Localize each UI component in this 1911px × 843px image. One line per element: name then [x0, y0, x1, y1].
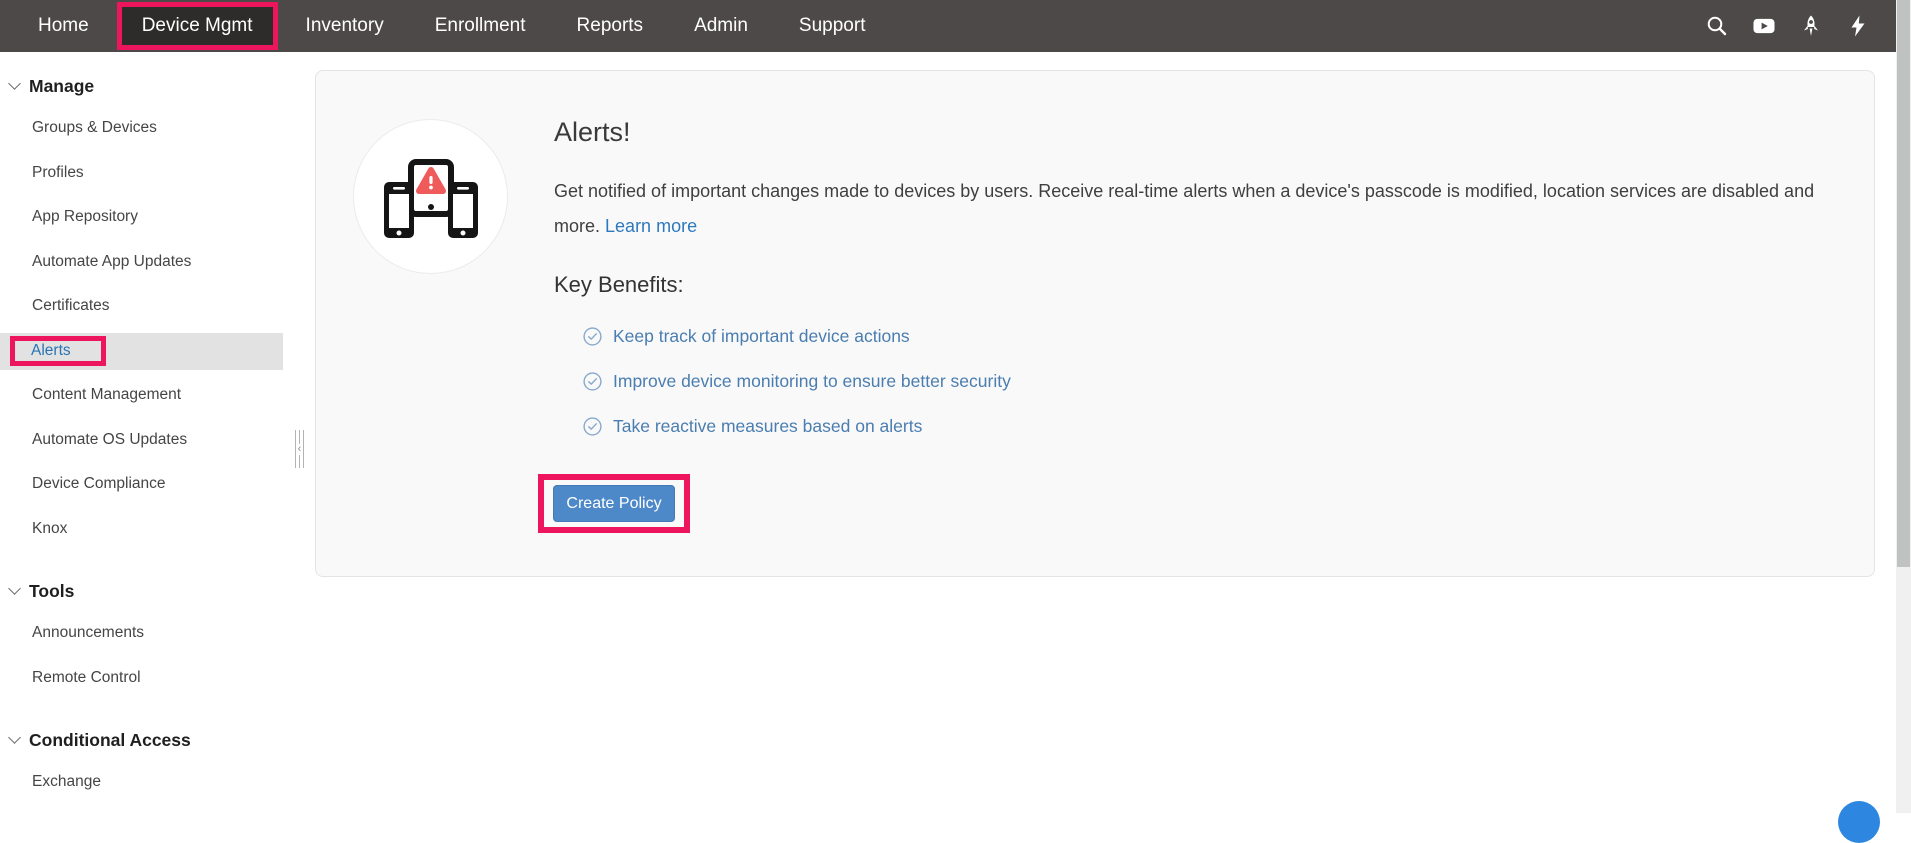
check-circle-icon: [583, 327, 602, 346]
sidebar-item-certificates[interactable]: Certificates: [0, 284, 294, 329]
rocket-icon[interactable]: [1800, 15, 1822, 37]
section-label: Manage: [29, 76, 94, 97]
benefit-item: Keep track of important device actions: [583, 314, 1859, 359]
chevron-down-icon: [8, 582, 21, 595]
page-title: Alerts!: [554, 117, 1859, 148]
alerts-description: Get notified of important changes made t…: [554, 174, 1849, 244]
sidebar-section-conditional-access: Conditional Access Exchange: [0, 720, 294, 805]
check-circle-icon: [583, 372, 602, 391]
chevron-down-icon: [8, 731, 21, 744]
benefit-item: Take reactive measures based on alerts: [583, 404, 1859, 449]
alerts-devices-icon: [353, 119, 508, 274]
description-text: Get notified of important changes made t…: [554, 181, 1814, 236]
highlight-box-create-policy: Create Policy: [538, 474, 690, 533]
nav-menu: Home Device Mgmt Inventory Enrollment Re…: [0, 0, 865, 52]
benefit-item: Improve device monitoring to ensure bett…: [583, 359, 1859, 404]
alerts-card-body: Alerts! Get notified of important change…: [554, 71, 1859, 533]
sidebar-item-exchange[interactable]: Exchange: [0, 760, 294, 805]
video-tutorials-icon[interactable]: [1753, 15, 1775, 37]
nav-item-admin[interactable]: Admin: [694, 15, 748, 37]
learn-more-link[interactable]: Learn more: [605, 216, 697, 236]
sidebar-item-alerts[interactable]: Alerts: [0, 333, 283, 370]
sidebar: Manage Groups & Devices Profiles App Rep…: [0, 52, 294, 813]
sidebar-item-remote-control[interactable]: Remote Control: [0, 656, 294, 701]
sidebar-item-knox[interactable]: Knox: [0, 507, 294, 552]
sidebar-item-announcements[interactable]: Announcements: [0, 611, 294, 656]
section-label: Tools: [29, 581, 74, 602]
sidebar-collapse-handle[interactable]: ‹: [295, 430, 304, 468]
benefit-label: Take reactive measures based on alerts: [613, 416, 922, 437]
highlight-box-device-mgmt: Device Mgmt: [117, 2, 278, 50]
sidebar-section-header-tools[interactable]: Tools: [0, 571, 294, 611]
alerts-intro-card: Alerts! Get notified of important change…: [315, 70, 1875, 577]
nav-item-home[interactable]: Home: [38, 15, 89, 37]
sidebar-section-manage: Manage Groups & Devices Profiles App Rep…: [0, 66, 294, 551]
navbar-icon-group: [1706, 0, 1869, 52]
sidebar-item-automate-os-updates[interactable]: Automate OS Updates: [0, 418, 294, 463]
nav-item-device-mgmt[interactable]: Device Mgmt: [122, 7, 273, 45]
sidebar-item-app-repository[interactable]: App Repository: [0, 195, 294, 240]
check-circle-icon: [583, 417, 602, 436]
sidebar-section-header-manage[interactable]: Manage: [0, 66, 294, 106]
search-icon[interactable]: [1706, 15, 1728, 37]
section-label: Conditional Access: [29, 730, 191, 751]
highlight-box-alerts: Alerts: [10, 336, 106, 366]
sidebar-item-automate-app-updates[interactable]: Automate App Updates: [0, 240, 294, 285]
sidebar-item-label: Alerts: [31, 342, 71, 360]
benefit-label: Keep track of important device actions: [613, 326, 910, 347]
sidebar-section-header-conditional-access[interactable]: Conditional Access: [0, 720, 294, 760]
collapse-chevron-icon: ‹: [298, 444, 302, 455]
create-policy-button[interactable]: Create Policy: [553, 485, 675, 522]
sidebar-item-groups-devices[interactable]: Groups & Devices: [0, 106, 294, 151]
nav-item-reports[interactable]: Reports: [577, 15, 644, 37]
scrollbar-track[interactable]: [1896, 0, 1911, 813]
chevron-down-icon: [8, 77, 21, 90]
sidebar-section-tools: Tools Announcements Remote Control: [0, 571, 294, 700]
sidebar-item-content-management[interactable]: Content Management: [0, 373, 294, 418]
nav-item-inventory[interactable]: Inventory: [306, 15, 384, 37]
help-fab-button[interactable]: [1838, 801, 1880, 843]
benefits-heading: Key Benefits:: [554, 272, 1859, 298]
quick-actions-bolt-icon[interactable]: [1847, 15, 1869, 37]
sidebar-item-profiles[interactable]: Profiles: [0, 151, 294, 196]
sidebar-item-device-compliance[interactable]: Device Compliance: [0, 462, 294, 507]
scrollbar-thumb[interactable]: [1897, 0, 1910, 567]
main-content: Alerts! Get notified of important change…: [294, 52, 1896, 813]
top-navbar: Home Device Mgmt Inventory Enrollment Re…: [0, 0, 1896, 52]
benefit-label: Improve device monitoring to ensure bett…: [613, 371, 1011, 392]
benefits-list: Keep track of important device actions I…: [583, 314, 1859, 449]
nav-item-enrollment[interactable]: Enrollment: [435, 15, 526, 37]
nav-item-support[interactable]: Support: [799, 15, 866, 37]
